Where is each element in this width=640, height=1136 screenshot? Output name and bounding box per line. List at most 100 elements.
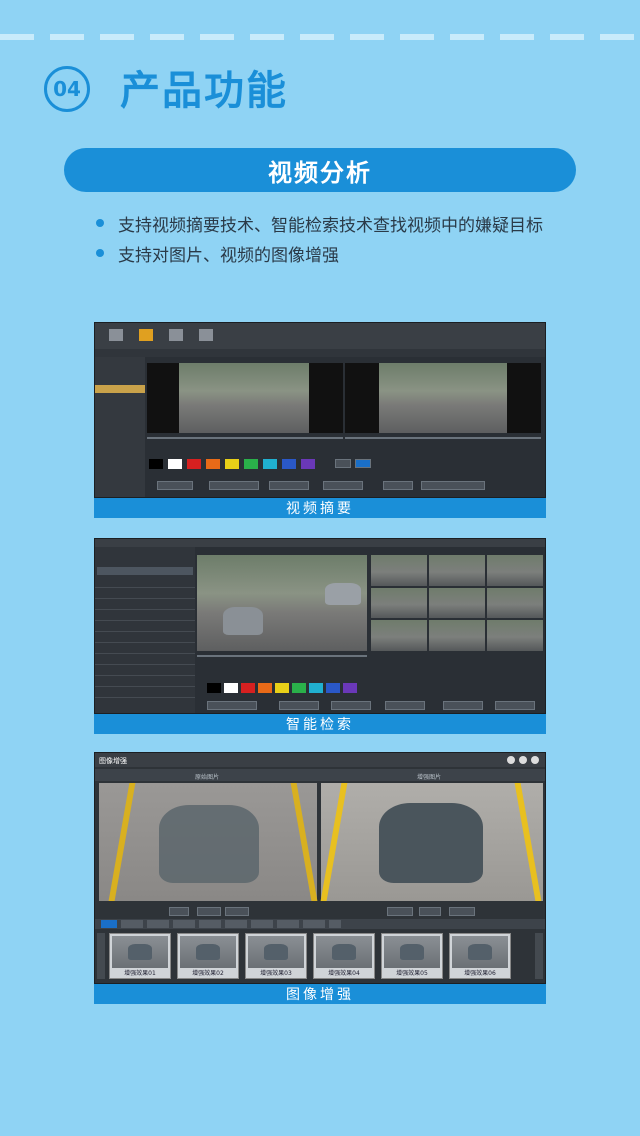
- result-thumb[interactable]: [487, 620, 543, 651]
- color-swatch[interactable]: [275, 683, 289, 693]
- action-button[interactable]: [387, 907, 413, 916]
- control-group[interactable]: [443, 701, 483, 710]
- color-swatch[interactable]: [149, 459, 163, 469]
- scroll-left-icon[interactable]: [97, 933, 105, 979]
- help-icon[interactable]: [507, 756, 515, 764]
- tab-active[interactable]: [101, 920, 117, 928]
- toolbar-icon: [109, 329, 123, 341]
- control-group[interactable]: [495, 701, 535, 710]
- list-item[interactable]: [97, 567, 193, 575]
- color-swatch[interactable]: [326, 683, 340, 693]
- toolbar-icon: [199, 329, 213, 341]
- caption-smart-search: 智能检索: [94, 714, 546, 734]
- result-thumb[interactable]: [371, 620, 427, 651]
- color-swatch[interactable]: [301, 459, 315, 469]
- enhance-screenshot: 图像增强 原始图片 增强图片 增强效果01 增强效果02 增强效果03 增强效果…: [94, 752, 546, 984]
- color-swatch[interactable]: [241, 683, 255, 693]
- progress-bar[interactable]: [147, 437, 343, 439]
- search-screenshot: [94, 538, 546, 714]
- progress-bar[interactable]: [345, 437, 541, 439]
- control-group[interactable]: [385, 701, 425, 710]
- section-number: 04: [44, 66, 90, 112]
- color-swatch[interactable]: [168, 459, 182, 469]
- result-grid: [371, 555, 543, 651]
- result-thumb[interactable]: 增强效果03: [245, 933, 307, 979]
- result-thumb[interactable]: 增强效果05: [381, 933, 443, 979]
- video-player-right: [345, 363, 541, 433]
- window-title: 图像增强: [99, 757, 127, 765]
- progress-bar[interactable]: [197, 655, 367, 657]
- control-group[interactable]: [421, 481, 485, 490]
- tab-strip[interactable]: [121, 920, 341, 928]
- enhanced-image: [320, 783, 543, 901]
- video-player-left: [147, 363, 343, 433]
- filter-button[interactable]: [335, 459, 351, 468]
- thumb-strip: 增强效果01 增强效果02 增强效果03 增强效果04 增强效果05 增强效果0…: [109, 933, 511, 979]
- color-swatch[interactable]: [309, 683, 323, 693]
- color-palette: [207, 683, 407, 693]
- result-thumb[interactable]: 增强效果04: [313, 933, 375, 979]
- nav-item-active[interactable]: [95, 385, 145, 393]
- filter-tabs: [95, 919, 545, 929]
- control-group[interactable]: [331, 701, 371, 710]
- result-thumb[interactable]: [429, 587, 485, 619]
- color-swatch[interactable]: [282, 459, 296, 469]
- result-thumb[interactable]: [371, 555, 427, 586]
- control-group[interactable]: [279, 701, 319, 710]
- control-group[interactable]: [323, 481, 363, 490]
- result-thumb[interactable]: 增强效果02: [177, 933, 239, 979]
- section-banner: 视频分析: [64, 148, 576, 192]
- color-swatch[interactable]: [292, 683, 306, 693]
- control-group[interactable]: [209, 481, 259, 490]
- result-thumb[interactable]: 增强效果01: [109, 933, 171, 979]
- action-button[interactable]: [449, 907, 475, 916]
- result-thumb[interactable]: [487, 587, 543, 619]
- color-swatch[interactable]: [225, 459, 239, 469]
- toolbar-icon: [169, 329, 183, 341]
- bullet-item: 支持对图片、视频的图像增强: [96, 238, 596, 268]
- color-swatch[interactable]: [258, 683, 272, 693]
- color-swatch[interactable]: [207, 683, 221, 693]
- result-thumb[interactable]: 增强效果06: [449, 933, 511, 979]
- scroll-right-icon[interactable]: [535, 933, 543, 979]
- close-icon[interactable]: [531, 756, 539, 764]
- control-group[interactable]: [269, 481, 309, 490]
- caption-video-summary: 视频摘要: [94, 498, 546, 518]
- bullet-item: 支持视频摘要技术、智能检索技术查找视频中的嫌疑目标: [96, 208, 596, 238]
- original-image: [99, 783, 318, 901]
- left-nav: [95, 357, 145, 497]
- result-thumb[interactable]: [487, 555, 543, 586]
- toolbar-icon: [139, 329, 153, 341]
- enhanced-label: 增强图片: [417, 774, 442, 781]
- color-swatch[interactable]: [343, 683, 357, 693]
- bullet-dot-icon: [96, 219, 104, 227]
- color-swatch[interactable]: [187, 459, 201, 469]
- main-video: [197, 555, 367, 651]
- action-button[interactable]: [197, 907, 221, 916]
- camera-list: [95, 547, 195, 713]
- result-thumb[interactable]: [429, 620, 485, 651]
- action-button[interactable]: [169, 907, 189, 916]
- caption-image-enhance: 图像增强: [94, 984, 546, 1004]
- color-swatch[interactable]: [263, 459, 277, 469]
- page-title: 产品功能: [120, 68, 288, 114]
- dashed-divider: [0, 34, 640, 40]
- control-group[interactable]: [157, 481, 193, 490]
- color-swatch[interactable]: [244, 459, 258, 469]
- color-palette: [149, 459, 349, 469]
- app-toolbar: [95, 323, 545, 349]
- action-button[interactable]: [225, 907, 249, 916]
- summary-screenshot: [94, 322, 546, 498]
- control-group[interactable]: [383, 481, 413, 490]
- original-label: 原始图片: [195, 774, 220, 781]
- control-group[interactable]: [207, 701, 257, 710]
- bullet-dot-icon: [96, 249, 104, 257]
- color-swatch[interactable]: [206, 459, 220, 469]
- action-button[interactable]: [419, 907, 441, 916]
- color-swatch[interactable]: [224, 683, 238, 693]
- search-button[interactable]: [355, 459, 371, 468]
- result-thumb[interactable]: [429, 555, 485, 586]
- result-thumb[interactable]: [371, 587, 427, 619]
- minimize-icon[interactable]: [519, 756, 527, 764]
- bullet-list: 支持视频摘要技术、智能检索技术查找视频中的嫌疑目标 支持对图片、视频的图像增强: [96, 208, 596, 268]
